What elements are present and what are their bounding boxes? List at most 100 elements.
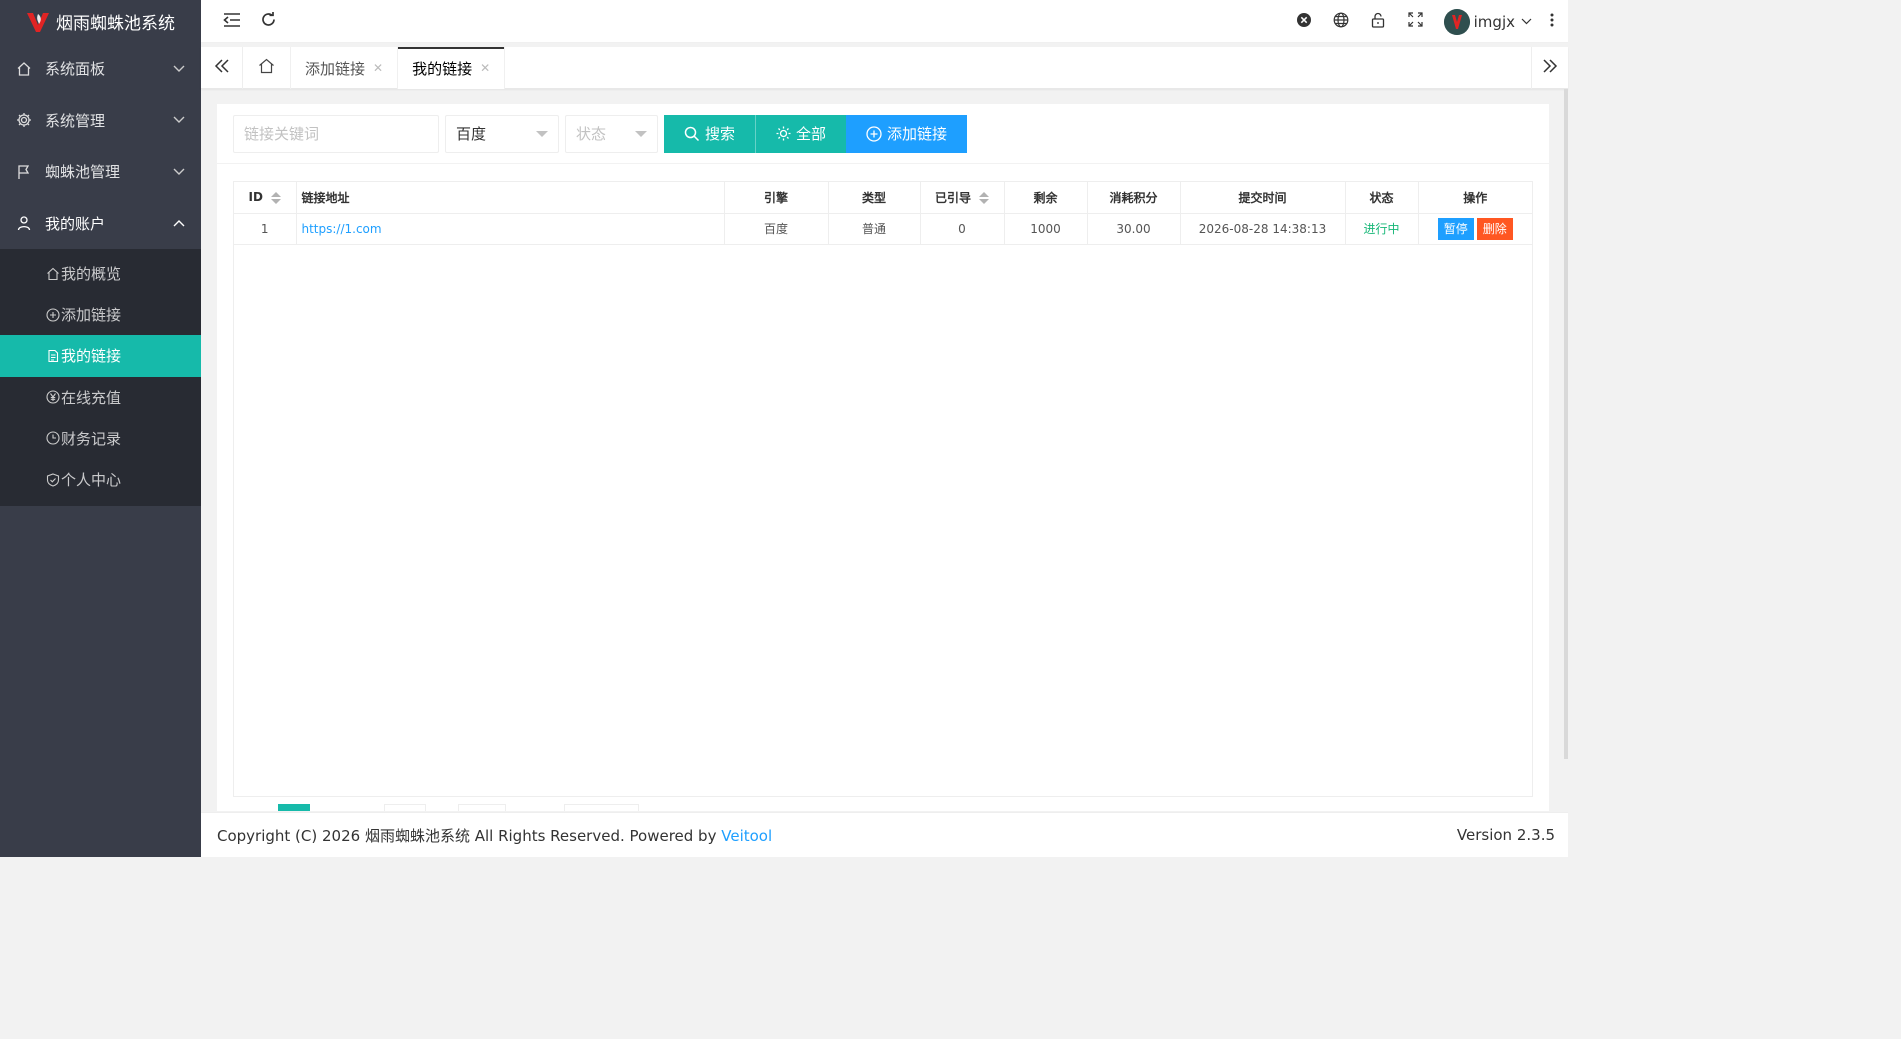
col-submit-time: 提交时间 [1180,182,1346,214]
col-engine: 引擎 [724,182,829,214]
nav-label: 蜘蛛池管理 [45,163,121,182]
sub-item-label: 添加链接 [61,306,122,325]
plus-circle-icon [46,308,60,322]
sort-icon[interactable] [270,191,281,204]
url-link[interactable]: https://1.com [302,222,382,236]
powered-by-link[interactable]: Veitool [721,827,772,845]
keyword-placeholder: 链接关键词 [244,125,320,143]
add-link-button[interactable]: 添加链接 [846,114,968,153]
flag-icon [16,164,32,180]
status-select[interactable]: 状态 [565,114,658,153]
home-icon [258,58,275,78]
nav-item-spider-pool[interactable]: 蜘蛛池管理 [0,146,201,198]
logo-icon [26,10,50,34]
tabs-bar: 添加链接 ✕ 我的链接 ✕ [201,47,1568,89]
chevron-down-icon [173,63,185,75]
fullscreen-icon [1408,12,1423,31]
page-current[interactable] [278,804,310,811]
search-button[interactable]: 搜索 [664,114,756,153]
engine-select[interactable]: 百度 [445,114,559,153]
sub-item-add-link[interactable]: 添加链接 [0,294,201,335]
tabs-prev-button[interactable] [201,47,243,89]
sidebar: 烟雨蜘蛛池系统 系统面板 系统管理 蜘蛛池管理 我的账户 我的概览 添加链接 我… [0,0,201,857]
cell-submit-time: 2026-08-28 14:38:13 [1180,213,1346,245]
page-next[interactable] [384,804,426,811]
sub-item-overview[interactable]: 我的概览 [0,253,201,294]
user-menu[interactable]: imgjx [1434,0,1542,43]
chevron-down-icon [173,114,185,126]
col-id[interactable]: ID [234,182,297,214]
toggle-sidebar-button[interactable] [213,0,250,43]
tab-my-links[interactable]: 我的链接 ✕ [398,47,506,89]
shield-check-icon [46,472,60,487]
search-button-label: 搜索 [705,125,736,143]
sub-item-recharge[interactable]: 在线充值 [0,377,201,418]
tabs-next-button[interactable] [1531,47,1568,89]
lock-icon [1370,12,1386,32]
cell-id: 1 [234,213,297,245]
page-scrollbar[interactable] [1564,89,1568,759]
tab-label: 我的链接 [412,59,473,78]
col-guided[interactable]: 已引导 [920,182,1005,214]
sub-item-profile[interactable]: 个人中心 [0,459,201,500]
delete-button[interactable]: 删除 [1476,217,1513,240]
keyword-input[interactable]: 链接关键词 [233,114,439,153]
sub-item-finance-records[interactable]: 财务记录 [0,418,201,459]
cell-engine: 百度 [724,213,829,245]
nav-label: 系统管理 [45,111,106,130]
nav-item-dashboard[interactable]: 系统面板 [0,43,201,95]
engine-value: 百度 [456,125,487,143]
submenu-my-account: 我的概览 添加链接 我的链接 在线充值 财务记录 个人中心 [0,249,201,507]
refresh-button[interactable] [250,0,287,43]
search-icon [684,126,700,142]
double-chevron-left-icon [214,59,230,77]
pause-button[interactable]: 暂停 [1437,217,1474,240]
version: Version 2.3.5 [1456,826,1555,844]
sub-item-label: 我的概览 [61,265,122,284]
more-button[interactable] [1542,0,1562,43]
nav-label: 我的账户 [45,214,106,233]
close-icon[interactable]: ✕ [373,61,383,75]
double-chevron-right-icon [1542,59,1558,77]
col-remaining: 剩余 [1004,182,1088,214]
username: imgjx [1473,12,1515,31]
all-button-label: 全部 [796,125,827,143]
website-button[interactable] [1323,0,1360,43]
cell-url: https://1.com [296,213,725,245]
chevron-down-icon [173,166,185,178]
gear-icon [16,112,32,128]
caret-down-icon [536,130,548,137]
yuan-circle-icon [46,390,60,404]
status-badge: 进行中 [1363,222,1400,236]
logo[interactable]: 烟雨蜘蛛池系统 [0,0,201,43]
globe-icon [1333,12,1349,32]
sort-icon[interactable] [979,192,989,205]
status-placeholder: 状态 [576,125,607,143]
nav-item-system[interactable]: 系统管理 [0,95,201,147]
clock-icon [46,431,60,445]
clear-cache-button[interactable] [1286,0,1323,43]
lock-screen-button[interactable] [1360,0,1397,43]
tab-label: 添加链接 [305,59,366,78]
avatar [1443,8,1470,35]
tab-home[interactable] [243,47,291,89]
home-icon [16,61,32,77]
sub-item-label: 在线充值 [61,388,122,407]
top-header: imgjx [201,0,1568,43]
main-content: 链接关键词 百度 状态 搜索 全部 添加链接 ID 链接地址 引擎 类型 已引导… [217,104,1549,811]
sub-item-label: 我的链接 [61,347,122,366]
table-header-row: ID 链接地址 引擎 类型 已引导 剩余 消耗积分 提交时间 状态 操作 [234,182,1532,214]
col-points: 消耗积分 [1087,182,1181,214]
col-url: 链接地址 [296,182,725,214]
footer: Copyright (C) 2026 烟雨蜘蛛池系统 All Rights Re… [201,812,1568,857]
nav-item-my-account[interactable]: 我的账户 [0,198,201,250]
page-jump[interactable] [564,804,639,811]
page-size-select[interactable] [458,804,506,811]
links-table: ID 链接地址 引擎 类型 已引导 剩余 消耗积分 提交时间 状态 操作 1 h… [233,181,1533,797]
tab-add-link[interactable]: 添加链接 ✕ [291,47,399,89]
close-icon[interactable]: ✕ [480,61,490,75]
table-row: 1 https://1.com 百度 普通 0 1000 30.00 2026-… [234,213,1532,245]
sub-item-my-links[interactable]: 我的链接 [0,335,201,377]
all-button[interactable]: 全部 [755,114,847,153]
fullscreen-button[interactable] [1397,0,1434,43]
